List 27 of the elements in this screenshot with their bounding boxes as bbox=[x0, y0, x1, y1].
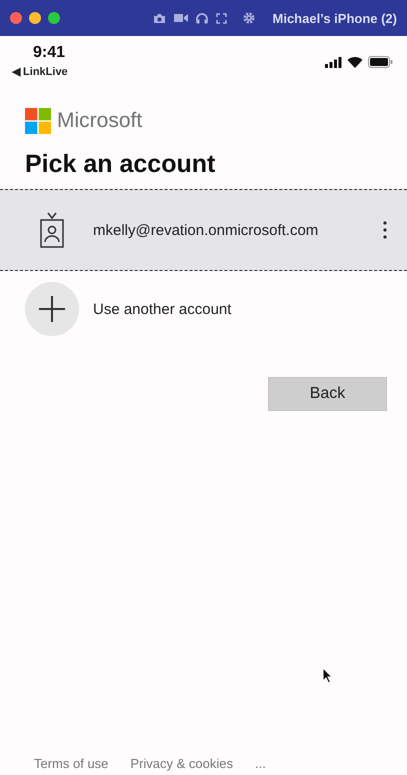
camera-icon[interactable] bbox=[152, 12, 166, 24]
back-button[interactable]: Back bbox=[268, 377, 387, 411]
page-heading: Pick an account bbox=[25, 150, 216, 179]
mouse-pointer-icon bbox=[322, 667, 333, 684]
close-button[interactable] bbox=[10, 12, 22, 24]
zoom-button[interactable] bbox=[48, 12, 60, 24]
account-item[interactable]: mkelly@revation.onmicrosoft.com bbox=[0, 189, 407, 271]
account-label: Use another account bbox=[93, 300, 232, 318]
use-another-account-item[interactable]: Use another account bbox=[0, 271, 407, 347]
headphones-icon[interactable] bbox=[196, 12, 208, 24]
footer-link[interactable]: Terms of use bbox=[34, 756, 108, 771]
settings-icon[interactable] bbox=[242, 12, 254, 24]
video-camera-icon[interactable] bbox=[174, 13, 188, 23]
wifi-icon bbox=[347, 56, 363, 68]
back-to-app-link[interactable]: ◀ LinkLive bbox=[12, 65, 68, 78]
account-label: mkelly@revation.onmicrosoft.com bbox=[93, 222, 320, 238]
signal-icon bbox=[325, 56, 342, 68]
microsoft-logo-icon bbox=[25, 108, 51, 134]
battery-icon bbox=[368, 56, 393, 68]
brand-name: Microsoft bbox=[57, 109, 142, 133]
fullscreen-icon[interactable] bbox=[216, 12, 226, 24]
window-title: Michael’s iPhone (2) bbox=[272, 10, 397, 26]
minimize-button[interactable] bbox=[29, 12, 41, 24]
status-time: 9:41 bbox=[33, 44, 66, 62]
footer-link[interactable]: ... bbox=[255, 756, 266, 771]
more-options-icon[interactable] bbox=[383, 221, 387, 239]
footer-link[interactable]: Privacy & cookies bbox=[130, 756, 234, 771]
